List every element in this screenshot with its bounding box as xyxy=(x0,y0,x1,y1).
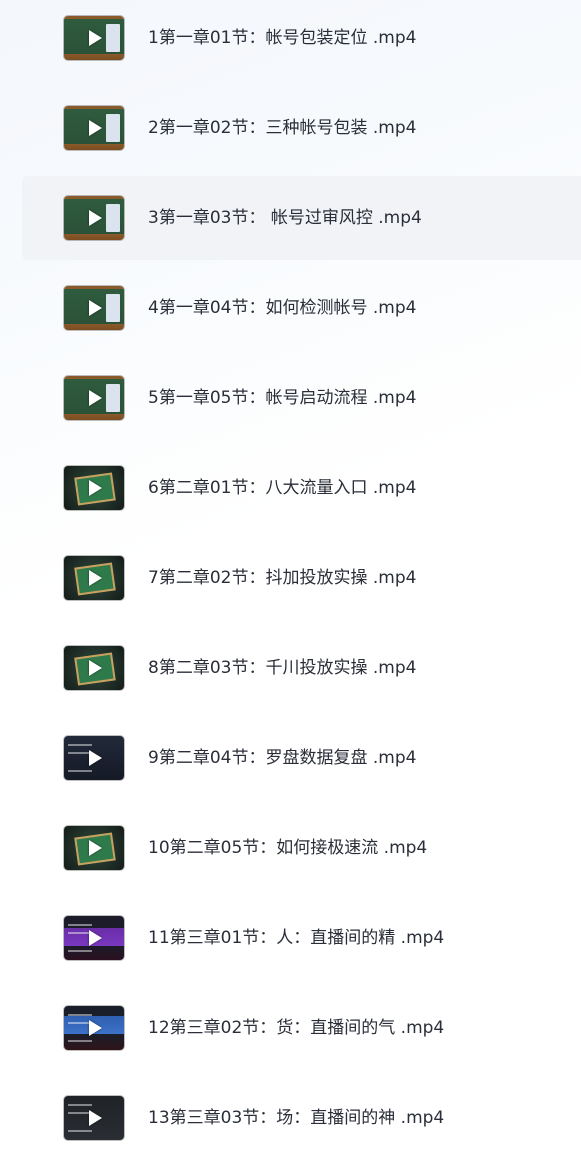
file-name: 12第三章02节：货：直播间的气 .mp4 xyxy=(148,1018,445,1038)
thumbnail-decoration xyxy=(68,744,92,746)
file-name: 6第二章01节：八大流量入口 .mp4 xyxy=(148,478,417,498)
thumbnail-decoration xyxy=(106,114,120,142)
play-icon xyxy=(89,750,102,766)
thumbnail-decoration xyxy=(106,204,120,232)
thumbnail-decoration xyxy=(68,950,92,952)
thumbnail-decoration xyxy=(68,924,92,926)
file-name: 7第二章02节：抖加投放实操 .mp4 xyxy=(148,568,417,588)
thumbnail-decoration xyxy=(68,1040,92,1042)
play-icon xyxy=(89,570,102,586)
file-name: 11第三章01节：人：直播间的精 .mp4 xyxy=(148,928,445,948)
video-thumbnail[interactable] xyxy=(64,1006,124,1050)
file-name: 13第三章03节：场：直播间的神 .mp4 xyxy=(148,1108,445,1128)
play-icon xyxy=(89,300,102,316)
file-item[interactable]: 13第三章03节：场：直播间的神 .mp4 xyxy=(22,1076,581,1160)
file-name: 10第二章05节：如何接极速流 .mp4 xyxy=(148,838,428,858)
video-thumbnail[interactable] xyxy=(64,1096,124,1140)
play-icon xyxy=(89,210,102,226)
thumbnail-decoration xyxy=(106,384,120,412)
file-item[interactable]: 12第三章02节：货：直播间的气 .mp4 xyxy=(22,986,581,1070)
file-item[interactable]: 4第一章04节：如何检测帐号 .mp4 xyxy=(22,266,581,350)
thumbnail-decoration xyxy=(68,770,92,772)
video-thumbnail[interactable] xyxy=(64,736,124,780)
play-icon xyxy=(89,840,102,856)
file-item[interactable]: 2第一章02节：三种帐号包装 .mp4 xyxy=(22,86,581,170)
thumbnail-decoration xyxy=(68,1104,92,1106)
file-name: 9第二章04节：罗盘数据复盘 .mp4 xyxy=(148,748,417,768)
video-thumbnail[interactable] xyxy=(64,286,124,330)
video-thumbnail[interactable] xyxy=(64,466,124,510)
play-icon xyxy=(89,120,102,136)
file-name: 5第一章05节：帐号启动流程 .mp4 xyxy=(148,388,417,408)
video-thumbnail[interactable] xyxy=(64,916,124,960)
video-thumbnail[interactable] xyxy=(64,106,124,150)
play-icon xyxy=(89,1020,102,1036)
file-name: 4第一章04节：如何检测帐号 .mp4 xyxy=(148,298,417,318)
video-thumbnail[interactable] xyxy=(64,556,124,600)
play-icon xyxy=(89,1110,102,1126)
video-thumbnail[interactable] xyxy=(64,16,124,60)
file-item[interactable]: 3第一章03节： 帐号过审风控 .mp4 xyxy=(22,176,581,260)
thumbnail-decoration xyxy=(106,24,120,52)
play-icon xyxy=(89,30,102,46)
file-item[interactable]: 7第二章02节：抖加投放实操 .mp4 xyxy=(22,536,581,620)
video-file-list: 1第一章01节：帐号包装定位 .mp4 2第一章02节：三种帐号包装 .mp4 3第… xyxy=(0,0,581,1161)
play-icon xyxy=(89,390,102,406)
file-name: 1第一章01节：帐号包装定位 .mp4 xyxy=(148,28,417,48)
play-icon xyxy=(89,930,102,946)
file-item[interactable]: 9第二章04节：罗盘数据复盘 .mp4 xyxy=(22,716,581,800)
video-thumbnail[interactable] xyxy=(64,826,124,870)
play-icon xyxy=(89,480,102,496)
file-item[interactable]: 6第二章01节：八大流量入口 .mp4 xyxy=(22,446,581,530)
thumbnail-decoration xyxy=(68,1014,92,1016)
file-item[interactable]: 5第一章05节：帐号启动流程 .mp4 xyxy=(22,356,581,440)
file-item[interactable]: 11第三章01节：人：直播间的精 .mp4 xyxy=(22,896,581,980)
thumbnail-decoration xyxy=(106,294,120,322)
video-thumbnail[interactable] xyxy=(64,196,124,240)
file-item[interactable]: 1第一章01节：帐号包装定位 .mp4 xyxy=(22,0,581,80)
file-item[interactable]: 8第二章03节：千川投放实操 .mp4 xyxy=(22,626,581,710)
file-name: 2第一章02节：三种帐号包装 .mp4 xyxy=(148,118,417,138)
file-item[interactable]: 10第二章05节：如何接极速流 .mp4 xyxy=(22,806,581,890)
thumbnail-decoration xyxy=(68,1130,92,1132)
play-icon xyxy=(89,660,102,676)
video-thumbnail[interactable] xyxy=(64,376,124,420)
file-name: 3第一章03节： 帐号过审风控 .mp4 xyxy=(148,208,422,228)
video-thumbnail[interactable] xyxy=(64,646,124,690)
file-name: 8第二章03节：千川投放实操 .mp4 xyxy=(148,658,417,678)
